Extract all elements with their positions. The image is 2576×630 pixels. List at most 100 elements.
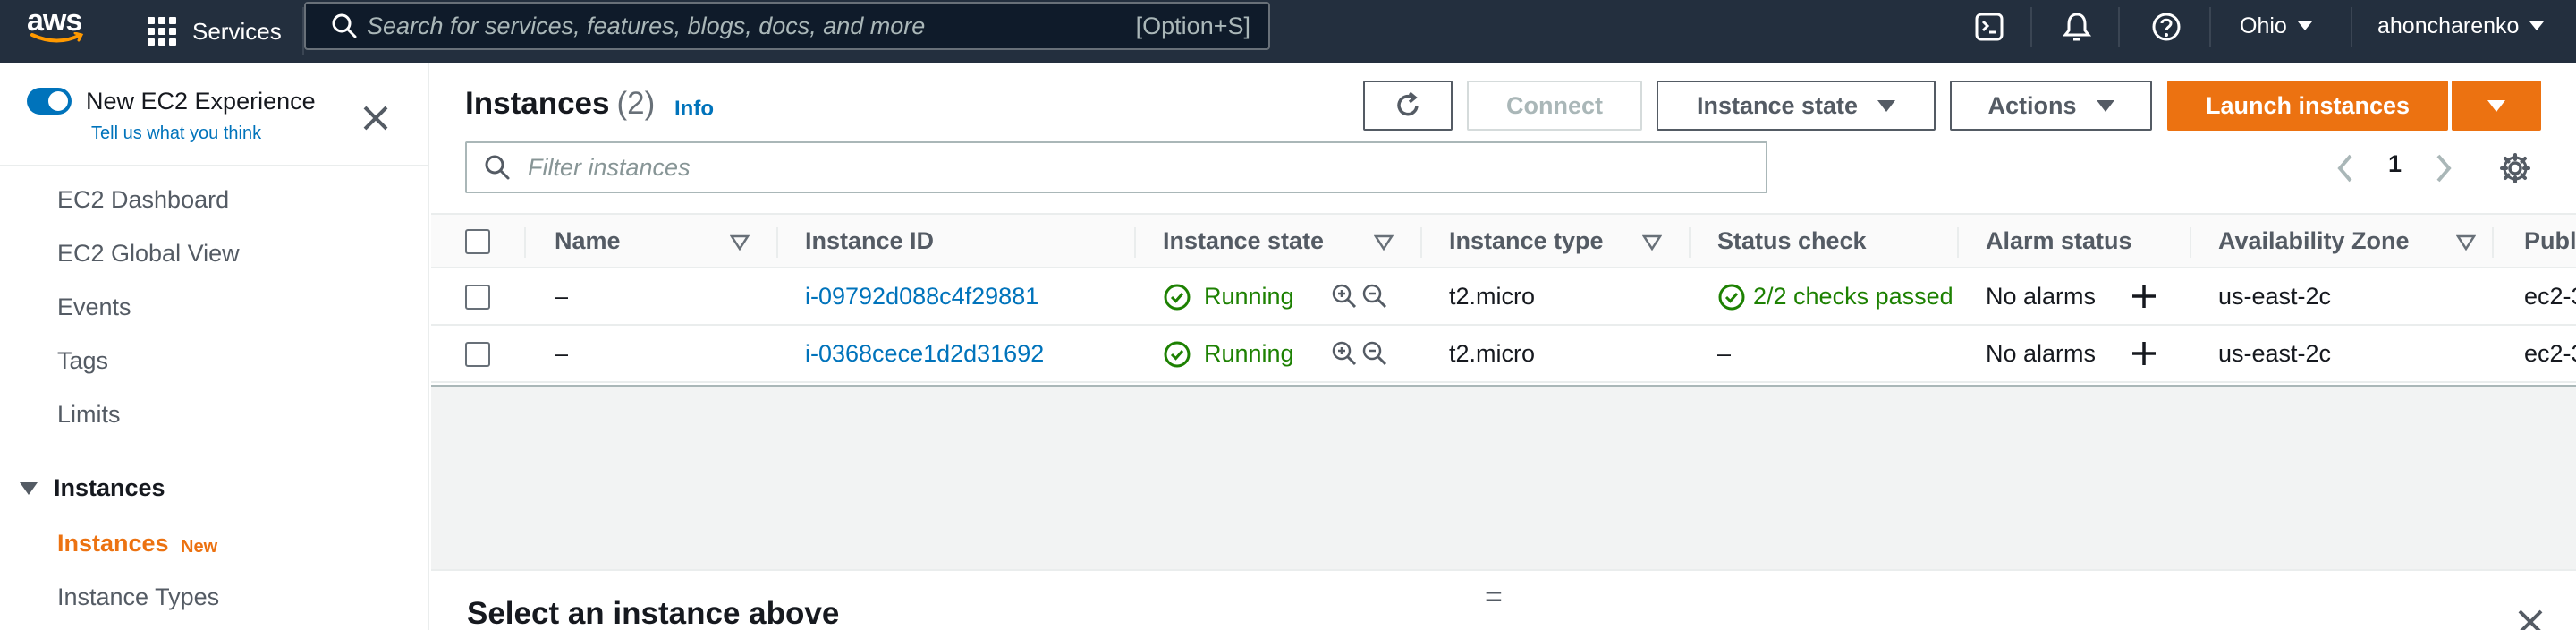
global-search-box[interactable]: [Option+S] <box>304 2 1270 50</box>
details-title: Select an instance above <box>467 596 840 630</box>
column-header-alarm-status[interactable]: Alarm status <box>1986 227 2132 255</box>
select-all-checkbox[interactable] <box>465 229 490 254</box>
table-row[interactable]: – i-0368cece1d2d31692 Running t2.micro –… <box>431 326 2576 383</box>
chevron-down-icon <box>2529 21 2545 30</box>
split-panel-resize-handle[interactable]: = <box>1485 580 1503 615</box>
account-menu[interactable]: ahoncharenko <box>2377 0 2545 52</box>
sidebar-item-instance-types[interactable]: Instance Types <box>57 583 219 611</box>
refresh-icon <box>1397 91 1419 116</box>
instance-state-button[interactable]: Instance state <box>1657 81 1936 131</box>
cell-instance-state: Running <box>1204 283 1294 310</box>
close-icon[interactable] <box>2515 607 2546 630</box>
sidebar-item-limits[interactable]: Limits <box>57 401 121 429</box>
column-header-status-check[interactable]: Status check <box>1717 227 1867 255</box>
row-checkbox[interactable] <box>465 285 490 310</box>
cell-instance-state: Running <box>1204 340 1294 367</box>
launch-options-dropdown[interactable] <box>2452 81 2541 131</box>
cloudshell-icon[interactable] <box>1971 9 2007 45</box>
instance-count: (2) <box>616 86 656 121</box>
zoom-in-icon[interactable] <box>1331 283 1358 310</box>
services-menu-button[interactable]: Services <box>148 9 282 54</box>
region-selector[interactable]: Ohio <box>2240 0 2312 52</box>
zoom-out-icon[interactable] <box>1361 340 1388 367</box>
column-divider <box>1420 227 1422 258</box>
column-divider <box>1134 227 1136 258</box>
column-divider <box>1689 227 1690 258</box>
caret-down-icon <box>2096 99 2114 112</box>
add-alarm-icon[interactable] <box>2129 338 2159 369</box>
close-icon[interactable] <box>360 102 392 134</box>
global-search-input[interactable] <box>367 12 1136 40</box>
region-label: Ohio <box>2240 13 2287 38</box>
connect-button[interactable]: Connect <box>1467 81 1642 131</box>
row-checkbox[interactable] <box>465 342 490 367</box>
column-divider <box>1957 227 1959 258</box>
check-circle-icon <box>1718 284 1745 311</box>
table-header: Name Instance ID Instance state Instance… <box>431 213 2576 268</box>
info-link[interactable]: Info <box>674 97 714 122</box>
launch-instances-button[interactable]: Launch instances <box>2167 81 2448 131</box>
refresh-button[interactable] <box>1363 81 1453 131</box>
actions-label: Actions <box>1987 91 2077 119</box>
cell-public-dns: ec2-3 <box>2524 283 2576 310</box>
aws-smile-icon <box>30 32 84 43</box>
chevron-left-icon[interactable] <box>2331 152 2360 184</box>
caret-down-icon <box>2487 99 2505 112</box>
sort-icon[interactable] <box>2456 234 2476 251</box>
services-label: Services <box>192 17 282 45</box>
nav-divider <box>2118 7 2120 47</box>
search-icon <box>322 4 367 48</box>
actions-button[interactable]: Actions <box>1950 81 2152 131</box>
instance-state-label: Instance state <box>1696 91 1859 119</box>
new-badge: New <box>181 537 218 557</box>
caret-down-icon <box>20 481 38 495</box>
cell-instance-id-link[interactable]: i-09792d088c4f29881 <box>805 283 1038 311</box>
cell-instance-type: t2.micro <box>1449 283 1536 310</box>
add-alarm-icon[interactable] <box>2129 281 2159 311</box>
sort-icon[interactable] <box>1642 234 1662 251</box>
filter-box[interactable] <box>465 141 1767 193</box>
filter-instances-input[interactable] <box>528 153 1766 182</box>
chevron-down-icon <box>2297 21 2312 30</box>
column-divider <box>776 227 778 258</box>
cell-alarm-status: No alarms <box>1986 283 2097 310</box>
sidebar-section-instances[interactable]: Instances <box>20 474 165 502</box>
nav-divider <box>2209 7 2211 47</box>
cell-availability-zone: us-east-2c <box>2218 340 2332 367</box>
sort-icon[interactable] <box>730 234 750 251</box>
zoom-in-icon[interactable] <box>1331 340 1358 367</box>
gear-icon[interactable] <box>2499 152 2531 184</box>
chevron-right-icon[interactable] <box>2429 152 2458 184</box>
sort-icon[interactable] <box>1374 234 1394 251</box>
aws-logo[interactable]: aws <box>27 5 89 52</box>
sidebar-item-ec2-dashboard[interactable]: EC2 Dashboard <box>57 186 229 214</box>
feedback-link[interactable]: Tell us what you think <box>91 123 261 144</box>
sidebar-item-events[interactable]: Events <box>57 294 131 321</box>
column-header-availability-zone[interactable]: Availability Zone <box>2218 227 2410 255</box>
column-header-instance-state[interactable]: Instance state <box>1163 227 1324 255</box>
column-header-instance-type[interactable]: Instance type <box>1449 227 1604 255</box>
cell-status-check: 2/2 checks passed <box>1753 283 1953 310</box>
column-header-public-dns[interactable]: Publ <box>2524 227 2576 255</box>
details-panel: Select an instance above <box>431 569 2576 630</box>
top-navigation: aws Services [Option+S] Ohio ahoncharenk… <box>0 0 2576 63</box>
search-shortcut-hint: [Option+S] <box>1135 12 1250 39</box>
sidebar-item-ec2-global-view[interactable]: EC2 Global View <box>57 240 240 268</box>
page-number[interactable]: 1 <box>2388 150 2402 178</box>
main-content: Instances (2) Info Connect Instance state… <box>431 63 2576 630</box>
column-header-name[interactable]: Name <box>555 227 621 255</box>
column-header-instance-id[interactable]: Instance ID <box>805 227 934 255</box>
help-icon[interactable] <box>2148 9 2184 45</box>
table-row[interactable]: – i-09792d088c4f29881 Running t2.micro 2… <box>431 268 2576 326</box>
grid-icon <box>148 17 176 46</box>
column-divider <box>524 227 526 258</box>
sidebar-item-instances[interactable]: Instances <box>57 530 169 558</box>
cell-instance-id-link[interactable]: i-0368cece1d2d31692 <box>805 340 1044 368</box>
new-experience-toggle[interactable] <box>27 88 72 115</box>
caret-down-icon <box>1877 99 1896 112</box>
sidebar-item-tags[interactable]: Tags <box>57 347 108 375</box>
column-divider <box>2492 227 2494 258</box>
new-experience-label: New EC2 Experience <box>86 88 316 115</box>
zoom-out-icon[interactable] <box>1361 283 1388 310</box>
bell-icon[interactable] <box>2059 9 2095 45</box>
